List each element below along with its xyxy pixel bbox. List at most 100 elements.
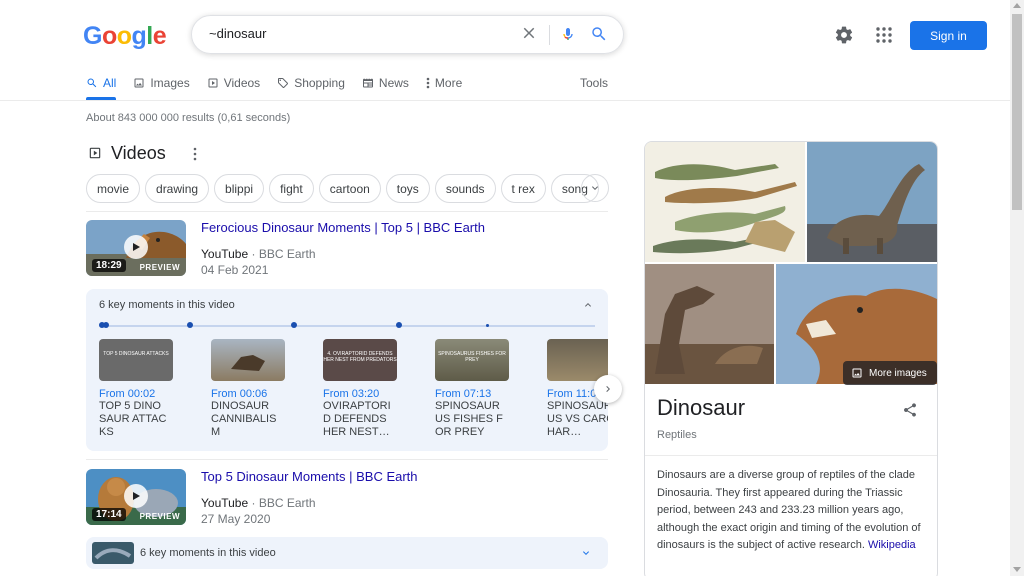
tab-label: Images: [150, 76, 190, 90]
gear-icon[interactable]: [834, 25, 854, 45]
key-moment-item[interactable]: From 00:06 DINOSAUR CANNIBALISM: [211, 339, 299, 439]
knowledge-panel: More images Dinosaur Reptiles Dinosaurs …: [644, 141, 938, 576]
google-logo[interactable]: Google: [83, 22, 167, 51]
key-moments-panel: 6 key moments in this video TOP 5 DINOSA…: [86, 289, 608, 451]
timeline-marker[interactable]: [291, 322, 297, 328]
scroll-up-arrow-icon[interactable]: [1013, 3, 1021, 8]
key-moment-label: TOP 5 DINOSAUR ATTACKS: [99, 400, 167, 438]
key-moments-timeline[interactable]: [99, 325, 595, 327]
spinosaurus-photo: [645, 264, 774, 384]
image-icon: [134, 78, 144, 88]
chip-cartoon[interactable]: cartoon: [318, 174, 381, 203]
knowledge-panel-divider: [645, 455, 937, 456]
chip-toys[interactable]: toys: [385, 174, 430, 203]
video-title-link[interactable]: Ferocious Dinosaur Moments | Top 5 | BBC…: [201, 220, 485, 235]
chip-blippi[interactable]: blippi: [214, 174, 265, 203]
key-moments-list: TOP 5 DINOSAUR ATTACKS From 00:02 TOP 5 …: [99, 339, 608, 443]
tab-label: All: [103, 76, 117, 90]
dinosaur-species-illustration: [645, 142, 805, 262]
share-icon[interactable]: [902, 402, 918, 418]
dinosaur-image[interactable]: [645, 264, 774, 384]
wikipedia-link[interactable]: Wikipedia: [868, 539, 916, 551]
tab-more[interactable]: More: [426, 74, 462, 92]
play-button[interactable]: [124, 484, 148, 508]
logo-letter: G: [83, 22, 102, 50]
key-moments-next-button[interactable]: [594, 375, 622, 403]
chevron-up-icon[interactable]: [582, 299, 594, 311]
close-icon[interactable]: [520, 24, 538, 42]
video-source: YouTube · BBC Earth: [201, 247, 316, 261]
tab-news[interactable]: News: [362, 74, 409, 92]
apps-grid-icon[interactable]: [876, 27, 892, 43]
key-moment-thumbnail: [547, 339, 608, 381]
timeline-marker[interactable]: [486, 324, 489, 327]
key-moment-thumbnail: 4. OVIRAPTORID DEFENDS HER NEST FROM PRE…: [323, 339, 397, 381]
video-date: 27 May 2020: [201, 512, 271, 526]
preview-label: PREVIEW: [139, 263, 180, 272]
knowledge-panel-subtitle: Reptiles: [657, 429, 697, 441]
key-moment-time: From 07:13: [435, 388, 492, 400]
scrollbar-thumb[interactable]: [1012, 14, 1022, 210]
logo-letter: o: [101, 22, 117, 50]
dinosaur-image: [92, 542, 134, 564]
tab-images[interactable]: Images: [133, 74, 190, 92]
tools-button[interactable]: Tools: [580, 76, 608, 90]
dinosaur-chart-image[interactable]: [645, 142, 805, 262]
search-icon[interactable]: [590, 25, 608, 43]
video-channel: BBC Earth: [258, 496, 316, 510]
video-separator: ·: [251, 496, 256, 510]
video-thumbnail[interactable]: 18:29 PREVIEW: [86, 220, 186, 276]
tab-all[interactable]: All: [86, 74, 116, 92]
search-input[interactable]: [209, 26, 489, 41]
key-moment-time: From 00:06: [211, 388, 268, 400]
timeline-marker[interactable]: [396, 322, 402, 328]
more-images-button[interactable]: More images: [843, 361, 937, 385]
microphone-icon[interactable]: [560, 24, 576, 44]
key-moment-time: From 03:20: [323, 388, 380, 400]
video-channel: BBC Earth: [258, 247, 316, 261]
knowledge-panel-description: Dinosaurs are a diverse group of reptile…: [657, 467, 931, 555]
dinosaur-image[interactable]: [807, 142, 937, 262]
logo-letter: g: [131, 22, 147, 50]
scroll-down-arrow-icon[interactable]: [1013, 567, 1021, 572]
tab-label: Shopping: [294, 76, 345, 90]
chevron-down-icon[interactable]: [580, 547, 592, 559]
key-moment-thumbnail: SPINOSAURUS FISHES FOR PREY: [435, 339, 509, 381]
chevron-right-icon: [606, 386, 610, 392]
timeline-marker[interactable]: [103, 322, 109, 328]
tab-shopping[interactable]: Shopping: [277, 74, 345, 92]
key-moments-collapsed[interactable]: 6 key moments in this video: [86, 537, 608, 569]
tab-label: News: [378, 76, 409, 90]
tab-label: More: [434, 76, 463, 90]
video-thumbnail[interactable]: 17:14 PREVIEW: [86, 469, 186, 525]
videos-heading: Videos: [111, 143, 166, 163]
chips-expand-button[interactable]: [581, 174, 609, 202]
play-icon: [133, 243, 140, 251]
key-moment-item[interactable]: 4. OVIRAPTORID DEFENDS HER NEST FROM PRE…: [323, 339, 411, 439]
sign-in-button[interactable]: Sign in: [910, 21, 987, 50]
chip-movie[interactable]: movie: [86, 174, 141, 203]
key-moment-time: From 00:02: [99, 388, 156, 400]
play-button[interactable]: [124, 235, 148, 259]
chips-divider: [86, 211, 608, 212]
key-moment-thumbnail: [211, 339, 285, 381]
more-vert-icon[interactable]: [193, 147, 197, 161]
video-title-link[interactable]: Top 5 Dinosaur Moments | BBC Earth: [201, 469, 418, 484]
timeline-marker[interactable]: [187, 322, 193, 328]
key-moments-title: 6 key moments in this video: [140, 547, 276, 559]
key-moment-item[interactable]: TOP 5 DINOSAUR ATTACKS From 00:02 TOP 5 …: [99, 339, 187, 439]
tab-videos[interactable]: Videos: [207, 74, 260, 92]
sauropod-photo: [807, 142, 937, 262]
thumbnail-caption: 4. OVIRAPTORID DEFENDS HER NEST FROM PRE…: [323, 351, 397, 363]
chip-drawing[interactable]: drawing: [145, 174, 210, 203]
video-filter-chips: movie drawing blippi fight cartoon toys …: [86, 174, 599, 203]
chip-t-rex[interactable]: t rex: [500, 174, 546, 203]
more-vert-icon: [426, 77, 430, 89]
key-moment-item[interactable]: SPINOSAURUS FISHES FOR PREY From 07:13 S…: [435, 339, 523, 439]
newspaper-icon: [362, 78, 373, 88]
chip-sounds[interactable]: sounds: [434, 174, 496, 203]
video-duration: 17:14: [92, 508, 126, 521]
chip-fight[interactable]: fight: [269, 174, 314, 203]
search-divider: [549, 25, 550, 45]
key-moment-label: DINOSAUR CANNIBALISM: [211, 400, 277, 438]
